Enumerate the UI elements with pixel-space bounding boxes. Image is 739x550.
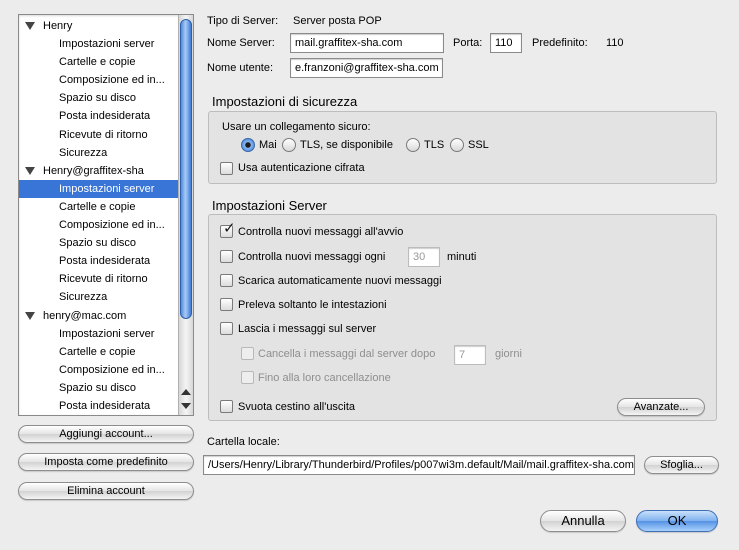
radio-never[interactable]: [241, 138, 255, 152]
tree-item[interactable]: Ricevute di ritorno: [19, 270, 179, 288]
until-deleted-label: Fino alla loro cancellazione: [258, 372, 391, 384]
check-startup-label: Controlla nuovi messaggi all'avvio: [238, 226, 404, 238]
tree-account-label: henry@mac.com: [43, 309, 127, 322]
account-tree-list: Henry Impostazioni server Cartelle e copie…: [19, 17, 179, 415]
default-port-label: Predefinito:: [532, 37, 588, 49]
server-settings-group: [208, 214, 717, 421]
security-section-title: Impostazioni di sicurezza: [212, 94, 358, 109]
checkmark-icon: ✓: [223, 220, 236, 237]
tree-item[interactable]: Posta indesiderata: [19, 107, 179, 125]
disclosure-triangle-icon[interactable]: [25, 311, 35, 320]
username-label: Nome utente:: [207, 62, 274, 74]
username-field[interactable]: e.franzoni@graffitex-sha.com: [290, 58, 443, 78]
tree-item[interactable]: Spazio su disco: [19, 234, 179, 252]
delete-after-checkbox[interactable]: [241, 347, 254, 360]
tree-item[interactable]: Composizione ed in...: [19, 216, 179, 234]
empty-trash-checkbox[interactable]: [220, 400, 233, 413]
tree-item[interactable]: Impostazioni server: [19, 179, 179, 198]
advanced-button[interactable]: Avanzate...: [617, 398, 705, 416]
server-type-label: Tipo di Server:: [207, 15, 279, 27]
scroll-down-arrow-icon[interactable]: [181, 403, 191, 409]
radio-ssl-label: SSL: [468, 139, 489, 151]
server-settings-section-title: Impostazioni Server: [212, 198, 327, 213]
radio-tls-if-available-label: TLS, se disponibile: [300, 139, 393, 151]
tree-item[interactable]: Composizione ed in...: [19, 71, 179, 89]
delete-after-days-field[interactable]: 7: [454, 345, 486, 365]
tree-item[interactable]: Cartelle e copie: [19, 53, 179, 71]
tree-item[interactable]: Posta indesiderata: [19, 252, 179, 270]
server-type-value: Server posta POP: [293, 15, 382, 27]
tree-account-0[interactable]: Henry: [19, 17, 179, 35]
tree-scrollbar[interactable]: [178, 15, 193, 415]
add-account-button[interactable]: Aggiungi account...: [18, 425, 194, 443]
disclosure-triangle-icon[interactable]: [25, 22, 35, 30]
local-folder-label: Cartella locale:: [207, 436, 280, 448]
radio-tls-label: TLS: [424, 139, 445, 151]
tree-item[interactable]: Composizione ed in...: [19, 361, 179, 379]
tree-item[interactable]: Sicurezza: [19, 144, 179, 162]
leave-on-server-checkbox[interactable]: [220, 322, 233, 335]
delete-account-button[interactable]: Elimina account: [18, 482, 194, 500]
leave-on-server-label: Lascia i messaggi sul server: [238, 323, 377, 335]
minutes-label: minuti: [447, 251, 477, 263]
radio-ssl[interactable]: [450, 138, 464, 152]
scroll-up-arrow-icon[interactable]: [181, 389, 191, 395]
headers-only-label: Preleva soltanto le intestazioni: [238, 299, 387, 311]
browse-button[interactable]: Sfoglia...: [644, 456, 719, 474]
radio-never-label: Mai: [259, 139, 277, 151]
default-port-value: 110: [606, 37, 624, 49]
tree-account-label: Henry@graffitex-sha: [43, 164, 144, 177]
server-name-field[interactable]: mail.graffitex-sha.com: [290, 33, 444, 53]
tree-account-1[interactable]: Henry@graffitex-sha: [19, 162, 179, 180]
tree-account-2[interactable]: henry@mac.com: [19, 307, 179, 325]
tree-scrollbar-thumb[interactable]: [180, 19, 192, 319]
days-label: giorni: [495, 348, 522, 360]
auto-download-checkbox[interactable]: [220, 274, 233, 287]
tree-item[interactable]: Ricevute di ritorno: [19, 126, 179, 144]
headers-only-checkbox[interactable]: [220, 298, 233, 311]
delete-after-label: Cancella i messaggi dal server dopo: [258, 348, 436, 360]
tree-item[interactable]: Spazio su disco: [19, 379, 179, 397]
encrypted-auth-label: Usa autenticazione cifrata: [238, 162, 365, 174]
radio-tls[interactable]: [406, 138, 420, 152]
tree-item[interactable]: Cartelle e copie: [19, 343, 179, 361]
local-folder-path-field[interactable]: /Users/Henry/Library/Thunderbird/Profile…: [203, 455, 635, 475]
encrypted-auth-checkbox[interactable]: [220, 162, 233, 175]
set-default-account-button[interactable]: Imposta come predefinito: [18, 453, 194, 471]
check-every-label: Controlla nuovi messaggi ogni: [238, 251, 386, 263]
account-tree[interactable]: Henry Impostazioni server Cartelle e copie…: [18, 14, 194, 416]
tree-item[interactable]: Sicurezza: [19, 288, 179, 306]
check-every-minutes-field[interactable]: 30: [408, 247, 440, 267]
tree-item[interactable]: Cartelle e copie: [19, 198, 179, 216]
tree-item[interactable]: Spazio su disco: [19, 89, 179, 107]
server-name-label: Nome Server:: [207, 37, 275, 49]
auto-download-label: Scarica automaticamente nuovi messaggi: [238, 275, 442, 287]
radio-tls-if-available[interactable]: [282, 138, 296, 152]
ok-button[interactable]: OK: [636, 510, 718, 532]
tree-item[interactable]: Impostazioni server: [19, 35, 179, 53]
disclosure-triangle-icon[interactable]: [25, 166, 35, 175]
secure-connection-label: Usare un collegamento sicuro:: [222, 121, 371, 133]
tree-item[interactable]: Posta indesiderata: [19, 397, 179, 415]
tree-account-label: Henry: [43, 20, 73, 32]
port-label: Porta:: [453, 37, 483, 49]
check-startup-checkbox[interactable]: ✓: [220, 221, 236, 238]
check-every-checkbox[interactable]: [220, 250, 233, 263]
empty-trash-label: Svuota cestino all'uscita: [238, 401, 356, 413]
cancel-button[interactable]: Annulla: [540, 510, 626, 532]
port-field[interactable]: 110: [490, 33, 522, 53]
tree-item[interactable]: Impostazioni server: [19, 325, 179, 343]
until-deleted-checkbox[interactable]: [241, 371, 254, 384]
